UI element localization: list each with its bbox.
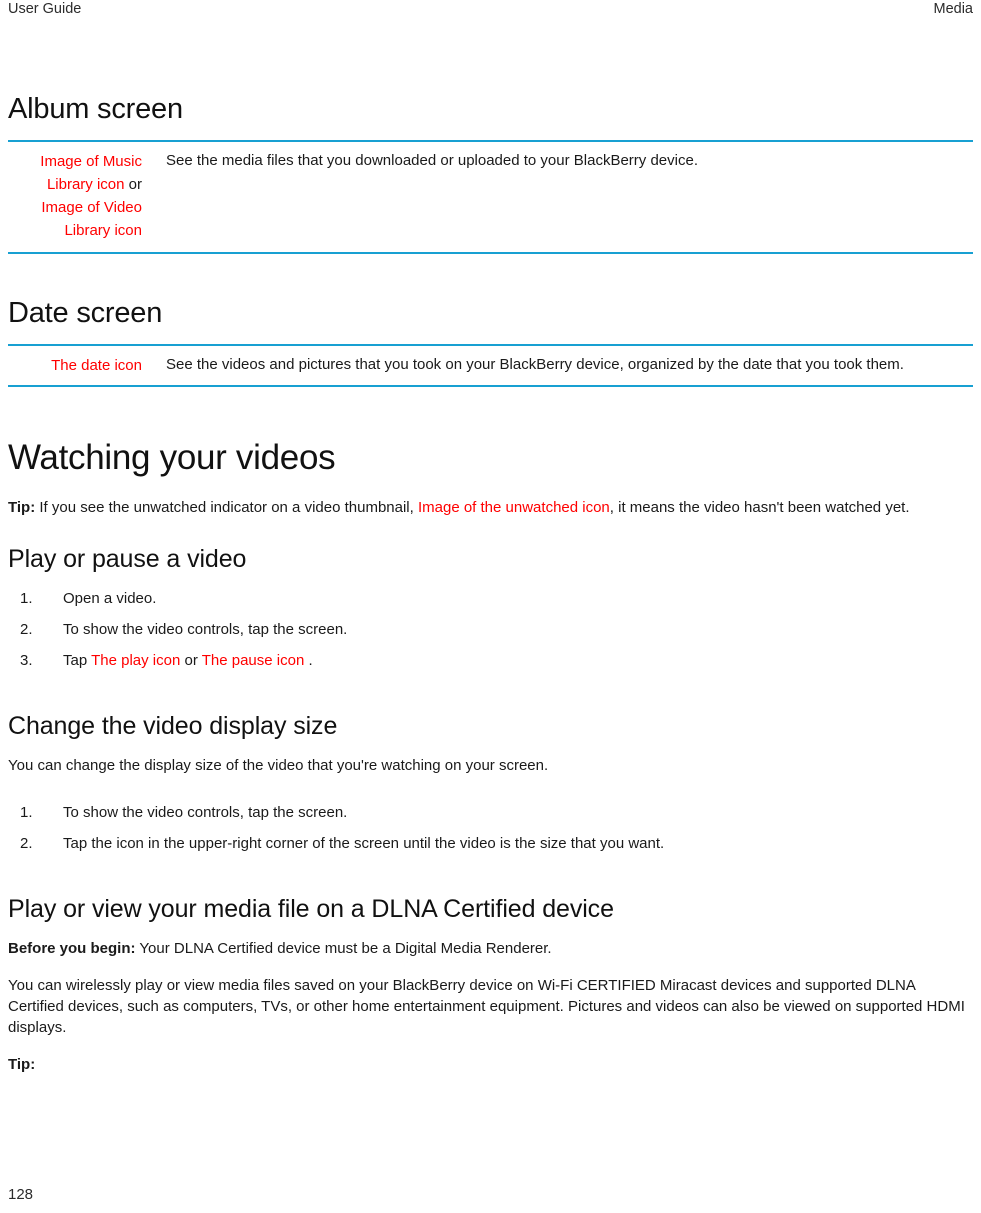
album-description-cell: See the media files that you downloaded … [166, 152, 698, 169]
before-you-begin-label: Before you begin: [8, 940, 136, 957]
list-item: Tap The play icon or The pause icon . [8, 650, 973, 671]
step-prefix: Tap [63, 652, 88, 669]
list-item: To show the video controls, tap the scre… [20, 619, 348, 640]
dlna-body-text: You can wirelessly play or view media fi… [8, 977, 965, 1036]
list-item: Tap the icon in the upper-right corner o… [20, 833, 665, 854]
video-library-icon-placeholder: Image of Video Library icon [41, 199, 142, 239]
change-display-size-steps: To show the video controls, tap the scre… [8, 802, 973, 854]
document-page: User Guide Media Album screen Image of M… [0, 0, 981, 1213]
tip-label: Tip: [8, 1056, 36, 1073]
running-header-right: Media [933, 1, 974, 17]
music-library-icon-placeholder: Image of Music Library icon [40, 153, 142, 193]
heading-play-or-view-on-dlna-device: Play or view your media file on a DLNA C… [8, 895, 614, 923]
date-icon-cell: The date icon [8, 345, 150, 386]
tip-label: Tip: [8, 499, 36, 516]
tip-text-before: If you see the unwatched indicator on a … [39, 499, 414, 516]
heading-date-screen: Date screen [8, 297, 163, 329]
table-row: Image of Music Library icon or Image of … [8, 141, 973, 253]
date-icon-placeholder: The date icon [51, 357, 142, 374]
unwatched-icon-placeholder: Image of the unwatched icon [417, 499, 610, 516]
date-description-cell: See the videos and pictures that you too… [166, 356, 904, 373]
change-display-size-intro: You can change the display size of the v… [8, 757, 549, 774]
step-conjunction: or [184, 652, 198, 669]
heading-play-or-pause-a-video: Play or pause a video [8, 545, 247, 573]
album-icon-conjunction: or [128, 176, 142, 193]
step-suffix: . [308, 652, 313, 669]
pause-icon-placeholder: The pause icon [201, 652, 305, 669]
heading-change-the-video-display-size: Change the video display size [8, 712, 338, 740]
table-row: The date icon See the videos and picture… [8, 345, 973, 386]
watching-tip-paragraph: Tip: If you see the unwatched indicator … [8, 497, 973, 518]
list-item: Open a video. [20, 588, 157, 609]
date-screen-table: The date icon See the videos and picture… [8, 344, 973, 387]
dlna-tip-paragraph: Tip: [8, 1054, 973, 1075]
page-content: Album screen Image of Music Library icon… [8, 92, 973, 1075]
play-icon-placeholder: The play icon [91, 652, 181, 669]
list-item: To show the video controls, tap the scre… [20, 802, 348, 823]
running-header: User Guide Media [8, 0, 973, 22]
album-icon-cell: Image of Music Library icon or Image of … [8, 141, 150, 253]
heading-watching-your-videos: Watching your videos [8, 438, 336, 477]
tip-text-after: , it means the video hasn't been watched… [609, 499, 910, 516]
running-header-left: User Guide [8, 1, 82, 17]
album-screen-table: Image of Music Library icon or Image of … [8, 140, 973, 254]
dlna-before-you-begin: Before you begin: Your DLNA Certified de… [8, 938, 973, 959]
heading-album-screen: Album screen [8, 93, 183, 125]
page-number: 128 [8, 1186, 34, 1203]
before-you-begin-text: Your DLNA Certified device must be a Dig… [139, 940, 552, 957]
play-or-pause-steps: Open a video. To show the video controls… [8, 588, 973, 671]
